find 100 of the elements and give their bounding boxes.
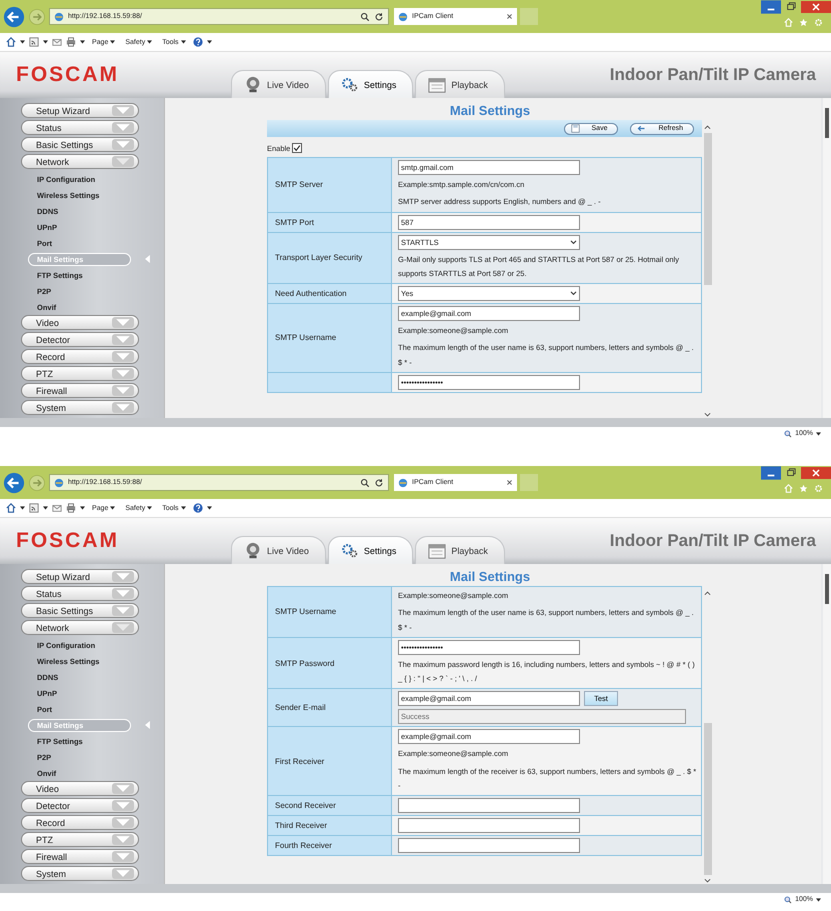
caret-icon xyxy=(112,605,134,616)
caret-icon[interactable] xyxy=(206,40,212,44)
back-button[interactable] xyxy=(3,6,25,28)
scroll-up-icon[interactable] xyxy=(704,590,711,596)
menu-group[interactable]: Network xyxy=(21,154,139,169)
feed-icon[interactable] xyxy=(29,503,39,513)
field-label: SMTP Server xyxy=(268,158,392,212)
product-title: Indoor Pan/Tilt IP Camera xyxy=(610,65,816,85)
close-icon[interactable] xyxy=(506,479,513,486)
caret-icon[interactable] xyxy=(20,506,25,510)
nav-tab[interactable]: Playback xyxy=(415,536,505,564)
caret-icon xyxy=(112,105,134,116)
nav-tab[interactable]: Live Video xyxy=(231,70,326,98)
text-field[interactable] xyxy=(398,838,580,853)
menu-group[interactable]: Setup Wizard xyxy=(21,569,139,584)
star-icon[interactable] xyxy=(799,18,808,27)
logo: FOSCAM xyxy=(16,529,119,553)
search-icon[interactable] xyxy=(360,12,370,22)
minimize-button[interactable] xyxy=(761,466,781,480)
menu-group[interactable]: Firewall xyxy=(21,383,139,398)
home-icon[interactable] xyxy=(6,37,16,47)
caret-icon xyxy=(110,506,116,510)
caret-icon xyxy=(112,122,134,133)
refresh-icon[interactable] xyxy=(374,478,384,488)
mail-icon[interactable] xyxy=(52,503,62,513)
scrollbar-thumb[interactable] xyxy=(704,723,712,875)
print-icon[interactable] xyxy=(66,37,76,47)
scroll-down-icon[interactable] xyxy=(704,878,711,884)
menu-group[interactable]: Status xyxy=(21,120,139,135)
menu-group[interactable]: Video xyxy=(21,315,139,330)
product-title: Indoor Pan/Tilt IP Camera xyxy=(610,531,816,551)
menu-group[interactable]: Status xyxy=(21,586,139,601)
caret-icon[interactable] xyxy=(20,40,25,44)
minimize-button[interactable] xyxy=(761,0,781,14)
menu-group[interactable]: Firewall xyxy=(21,849,139,864)
close-button[interactable] xyxy=(801,466,831,480)
menu-group[interactable]: System xyxy=(21,866,139,881)
refresh-icon[interactable] xyxy=(374,12,384,22)
caret-icon xyxy=(147,506,152,510)
menu-group[interactable]: Setup Wizard xyxy=(21,103,139,118)
text-field[interactable] xyxy=(398,798,580,813)
caret-icon[interactable] xyxy=(80,40,85,44)
close-button[interactable] xyxy=(801,0,831,14)
caret-icon xyxy=(147,40,152,44)
star-icon[interactable] xyxy=(799,484,808,493)
nav-tab[interactable]: Settings xyxy=(328,536,414,564)
menu-group[interactable]: Detector xyxy=(21,332,139,347)
caret-icon[interactable] xyxy=(80,506,85,510)
caret-icon[interactable] xyxy=(816,898,821,902)
zoom-icon xyxy=(784,430,792,438)
scroll-down-icon[interactable] xyxy=(704,412,711,418)
field-label: Transport Layer Security xyxy=(268,232,392,283)
nav-tab[interactable]: Settings xyxy=(328,70,414,98)
help-icon[interactable] xyxy=(192,503,203,513)
scroll-up-icon[interactable] xyxy=(704,124,711,130)
menu-group[interactable]: Basic Settings xyxy=(21,137,139,152)
caret-icon[interactable] xyxy=(816,432,821,436)
field-label: SMTP Password xyxy=(268,638,392,688)
caret-icon xyxy=(112,351,134,362)
menu-group[interactable]: PTZ xyxy=(21,366,139,381)
back-button[interactable] xyxy=(3,472,25,494)
caret-icon[interactable] xyxy=(206,506,212,510)
caret-icon[interactable] xyxy=(43,506,48,510)
mail-icon[interactable] xyxy=(52,37,62,47)
search-icon[interactable] xyxy=(360,478,370,488)
page-scrollbar[interactable] xyxy=(823,564,831,884)
menu-group[interactable]: Basic Settings xyxy=(21,603,139,618)
nav-tab[interactable]: Live Video xyxy=(231,536,326,564)
caret-icon xyxy=(112,139,134,150)
caret-icon xyxy=(112,834,134,845)
enable-checkbox[interactable] xyxy=(292,143,302,153)
menu-group[interactable]: Record xyxy=(21,815,139,830)
feed-icon[interactable] xyxy=(29,37,39,47)
menu-group[interactable]: Video xyxy=(21,781,139,796)
caret-icon xyxy=(110,40,116,44)
page-title: Mail Settings xyxy=(448,102,532,120)
page-scrollbar[interactable] xyxy=(823,98,831,418)
help-icon[interactable] xyxy=(192,37,203,47)
menu-group[interactable]: Record xyxy=(21,349,139,364)
menu-group[interactable]: System xyxy=(21,400,139,415)
text-field[interactable] xyxy=(398,818,580,833)
menu-group[interactable]: Detector xyxy=(21,798,139,813)
scrollbar-thumb[interactable] xyxy=(704,133,712,285)
webcam-icon xyxy=(244,542,262,560)
caret-icon xyxy=(112,588,134,599)
page-title: Mail Settings xyxy=(448,568,532,586)
pointer-icon xyxy=(145,721,150,729)
nav-tab[interactable]: Playback xyxy=(415,70,505,98)
field-label: Fourth Receiver xyxy=(268,836,392,855)
calendar-icon xyxy=(428,76,446,94)
caret-icon xyxy=(570,240,577,244)
home-icon[interactable] xyxy=(6,503,16,513)
arrow-icon xyxy=(637,124,646,133)
close-icon[interactable] xyxy=(506,13,513,20)
field-label: Third Receiver xyxy=(268,816,392,835)
webcam-icon xyxy=(244,76,262,94)
menu-group[interactable]: PTZ xyxy=(21,832,139,847)
menu-group[interactable]: Network xyxy=(21,620,139,635)
caret-icon[interactable] xyxy=(43,40,48,44)
print-icon[interactable] xyxy=(66,503,76,513)
